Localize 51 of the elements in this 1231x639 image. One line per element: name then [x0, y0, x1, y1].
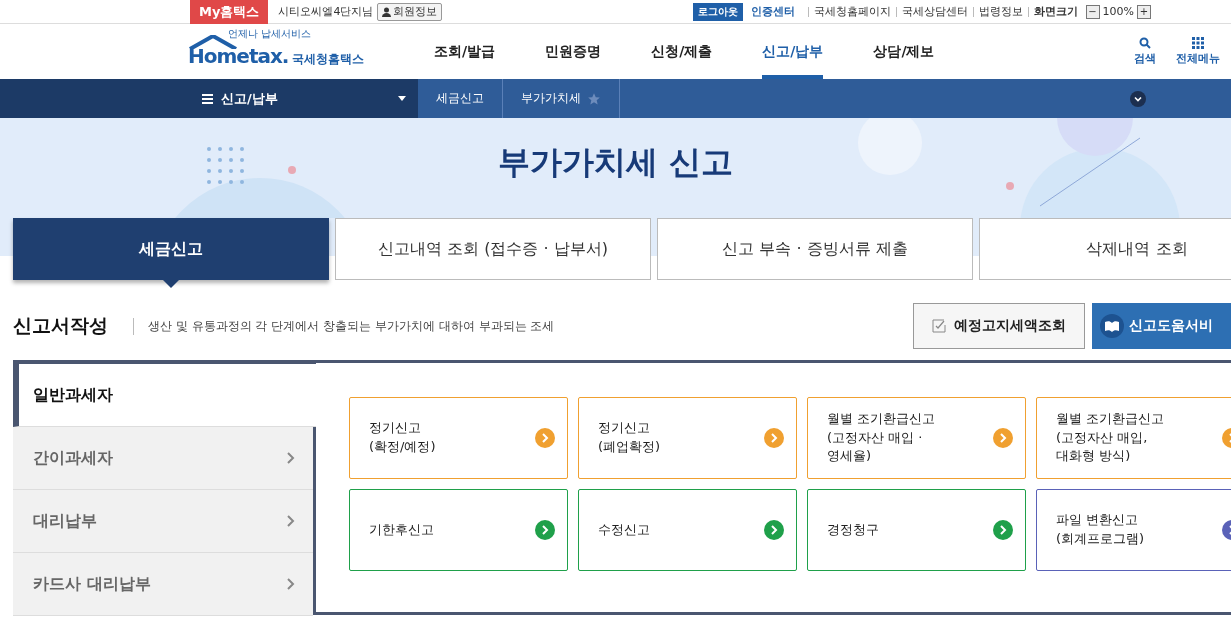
star-icon[interactable]: [587, 91, 601, 106]
report-card[interactable]: 경정청구: [807, 489, 1026, 571]
chevron-icon: [287, 452, 295, 464]
person-icon: [382, 6, 392, 17]
check-icon: [932, 319, 946, 333]
caret-icon: [398, 96, 406, 101]
top-link[interactable]: 국세청홈페이지: [813, 4, 891, 19]
hometax-logo[interactable]: 언제나 납세서비스 Hometax. 국세청홈택스: [188, 24, 418, 79]
user-name: 시티오씨엘4단지님: [278, 4, 374, 19]
search-button[interactable]: 검색: [1134, 24, 1156, 79]
side-menu-item[interactable]: 간이과세자: [13, 427, 313, 490]
zoom-in-button[interactable]: +: [1137, 4, 1151, 19]
page-title: 부가가치세 신고: [497, 142, 734, 183]
all-menu-button[interactable]: 전체메뉴: [1176, 24, 1220, 79]
nav-item[interactable]: 상담/제보: [873, 24, 935, 79]
report-card[interactable]: 정기신고 (확정/예정): [349, 397, 568, 479]
search-icon: [1139, 37, 1151, 49]
zoom-level: 100%: [1102, 5, 1134, 18]
report-card[interactable]: 수정신고: [578, 489, 797, 571]
tab[interactable]: 신고 부속 · 증빙서류 제출: [657, 218, 973, 280]
menu-icon: [202, 93, 213, 104]
help-service-button[interactable]: 신고도움서비: [1092, 303, 1231, 349]
report-card[interactable]: 파일 변환신고 (회계프로그램): [1036, 489, 1231, 571]
screen-size-label: 화면크기: [1033, 4, 1078, 19]
side-menu-item[interactable]: 카드사 대리납부: [13, 553, 313, 616]
notice-tax-button[interactable]: 예정고지세액조회: [913, 303, 1085, 349]
nav-item[interactable]: 조회/발급: [434, 24, 496, 79]
expand-icon[interactable]: [1130, 90, 1146, 107]
tab-pointer: [162, 279, 180, 288]
grid-icon: [1192, 37, 1204, 49]
member-info-button[interactable]: 회원정보: [377, 2, 443, 21]
nav-item[interactable]: 신청/제출: [651, 24, 713, 79]
top-link[interactable]: 국세상담센터: [901, 4, 968, 19]
report-card[interactable]: 월별 조기환급신고 (고정자산 매입, 대화형 방식): [1036, 397, 1231, 479]
section-title: 신고서작성: [13, 313, 109, 338]
tab[interactable]: 신고내역 조회 (접수증 · 납부서): [335, 218, 651, 280]
logout-button[interactable]: 로그아웃: [692, 2, 743, 21]
report-card[interactable]: 정기신고 (폐업확정): [578, 397, 797, 479]
my-hometax-button[interactable]: My홈택스: [190, 0, 269, 24]
chevron-icon: [287, 515, 295, 527]
book-icon: [1100, 314, 1124, 338]
report-card[interactable]: 기한후신고: [349, 489, 568, 571]
tab[interactable]: 삭제내역 조회: [979, 218, 1231, 280]
side-menu-item[interactable]: 대리납부: [13, 490, 313, 553]
auth-center-link[interactable]: 인증센터: [750, 4, 795, 19]
chevron-icon: [287, 578, 295, 590]
zoom-out-button[interactable]: −: [1085, 4, 1100, 19]
top-link[interactable]: 법령정보: [978, 4, 1023, 19]
nav-item[interactable]: 민원증명: [545, 24, 602, 79]
report-card[interactable]: 월별 조기환급신고 (고정자산 매입 · 영세율): [807, 397, 1026, 479]
side-menu-item[interactable]: 일반과세자: [13, 364, 316, 427]
